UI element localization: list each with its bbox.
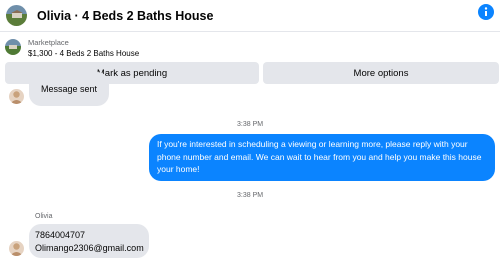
info-icon[interactable]: [478, 4, 494, 20]
incoming-message-bubble: 7864004707 Olimango2306@gmail.com: [29, 224, 149, 258]
listing-summary: $1,300 - 4 Beds 2 Baths House: [28, 49, 140, 58]
listing-thumbnail: [5, 39, 21, 55]
olivia-avatar[interactable]: [9, 89, 24, 104]
reply-email: Olimango2306@gmail.com: [35, 242, 144, 253]
message-timestamp: 3:38 PM: [237, 192, 264, 199]
incoming-message-bubble: Message sent: [29, 72, 109, 106]
more-options-button[interactable]: More options: [263, 62, 499, 84]
outgoing-message-bubble: If you're interested in scheduling a vie…: [149, 134, 495, 181]
marketplace-label: Marketplace: [28, 38, 69, 47]
reply-phone: 7864004707: [35, 230, 86, 240]
marketplace-listing[interactable]: Marketplace $1,300 - 4 Beds 2 Baths Hous…: [0, 31, 500, 61]
conversation-header: Olivia · 4 Beds 2 Baths House: [0, 0, 500, 31]
message-timestamp: 3:38 PM: [237, 121, 264, 128]
listing-avatar[interactable]: [6, 5, 27, 26]
conversation-title: Olivia · 4 Beds 2 Baths House: [37, 8, 214, 23]
sender-name: Olivia: [35, 213, 53, 220]
olivia-avatar[interactable]: [9, 241, 24, 256]
